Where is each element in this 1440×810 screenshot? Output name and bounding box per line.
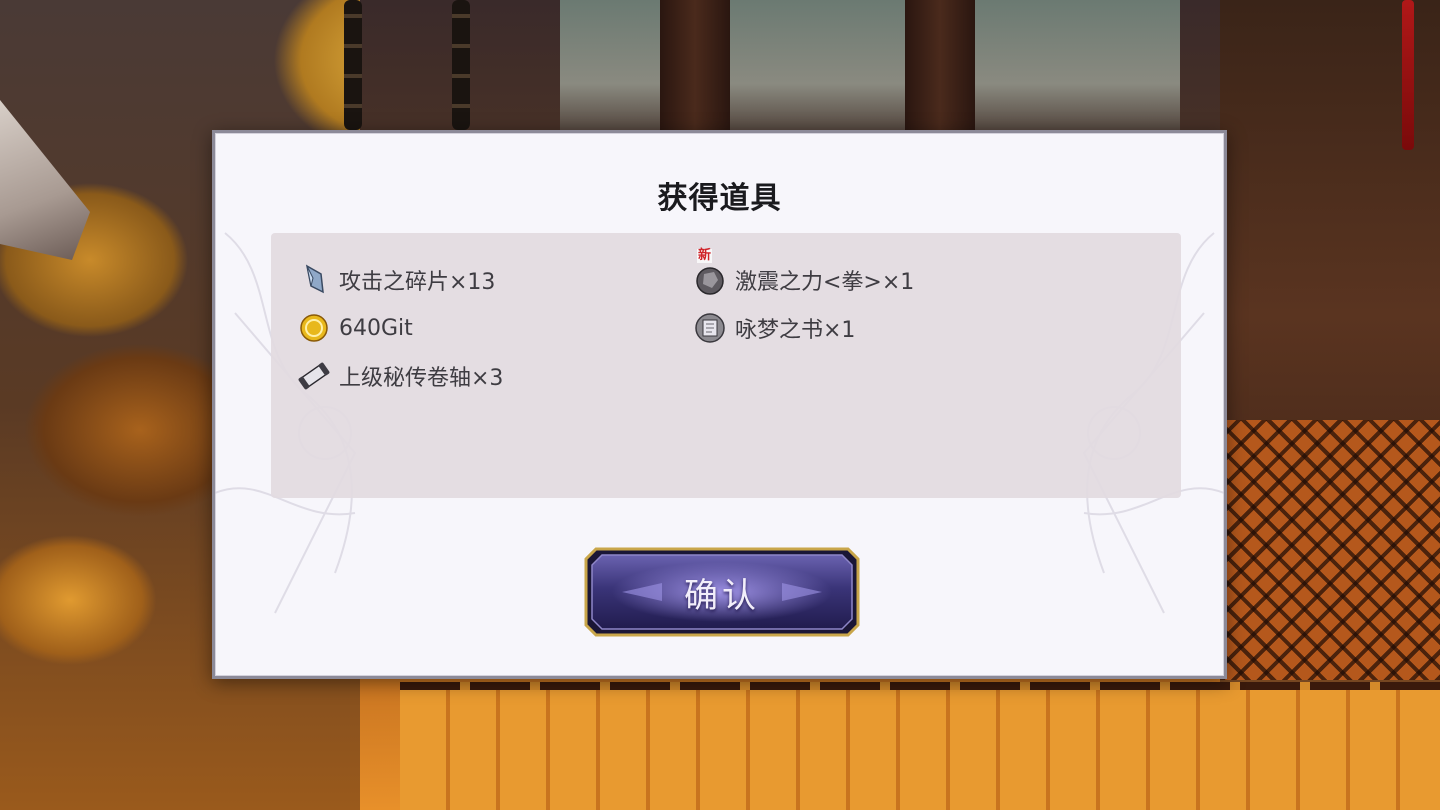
item-label: 640Git <box>339 315 413 341</box>
crystal-shard-icon <box>297 263 331 297</box>
item-label: 上级秘传卷轴×3 <box>339 366 504 391</box>
scroll-icon <box>297 359 331 393</box>
background-floor <box>400 690 1440 810</box>
list-item: 640Git <box>297 308 413 348</box>
dream-book-icon <box>693 311 727 345</box>
hanging-chain <box>344 0 362 130</box>
item-label: 攻击之碎片×13 <box>339 270 496 295</box>
confirm-button[interactable]: 确认 <box>582 545 862 639</box>
dialog-title: 获得道具 <box>657 181 782 216</box>
background-lattice <box>1220 420 1440 680</box>
item-reward-dialog: 获得道具 攻击之碎片×13 新 激震之力<拳>×1 640Git 咏梦之书×1 … <box>212 130 1227 679</box>
item-label: 咏梦之书×1 <box>735 318 856 343</box>
background-mountain-view <box>560 0 1180 140</box>
game-scene: 获得道具 攻击之碎片×13 新 激震之力<拳>×1 640Git 咏梦之书×1 … <box>0 0 1440 810</box>
new-badge: 新 <box>697 248 713 263</box>
background-pillar <box>660 0 730 140</box>
gold-coin-icon <box>297 311 331 345</box>
confirm-button-label: 确认 <box>684 575 760 616</box>
lantern-tassel <box>1402 0 1414 150</box>
item-list-panel: 攻击之碎片×13 新 激震之力<拳>×1 640Git 咏梦之书×1 上级秘传卷… <box>271 233 1181 498</box>
list-item: 攻击之碎片×13 <box>297 260 495 300</box>
stone-orb-icon: 新 <box>693 249 727 297</box>
list-item: 上级秘传卷轴×3 <box>297 356 503 396</box>
item-label: 激震之力<拳>×1 <box>735 270 915 295</box>
list-item: 咏梦之书×1 <box>693 308 855 348</box>
hanging-chain <box>452 0 470 130</box>
list-item: 新 激震之力<拳>×1 <box>693 249 915 300</box>
background-pillar <box>905 0 975 140</box>
